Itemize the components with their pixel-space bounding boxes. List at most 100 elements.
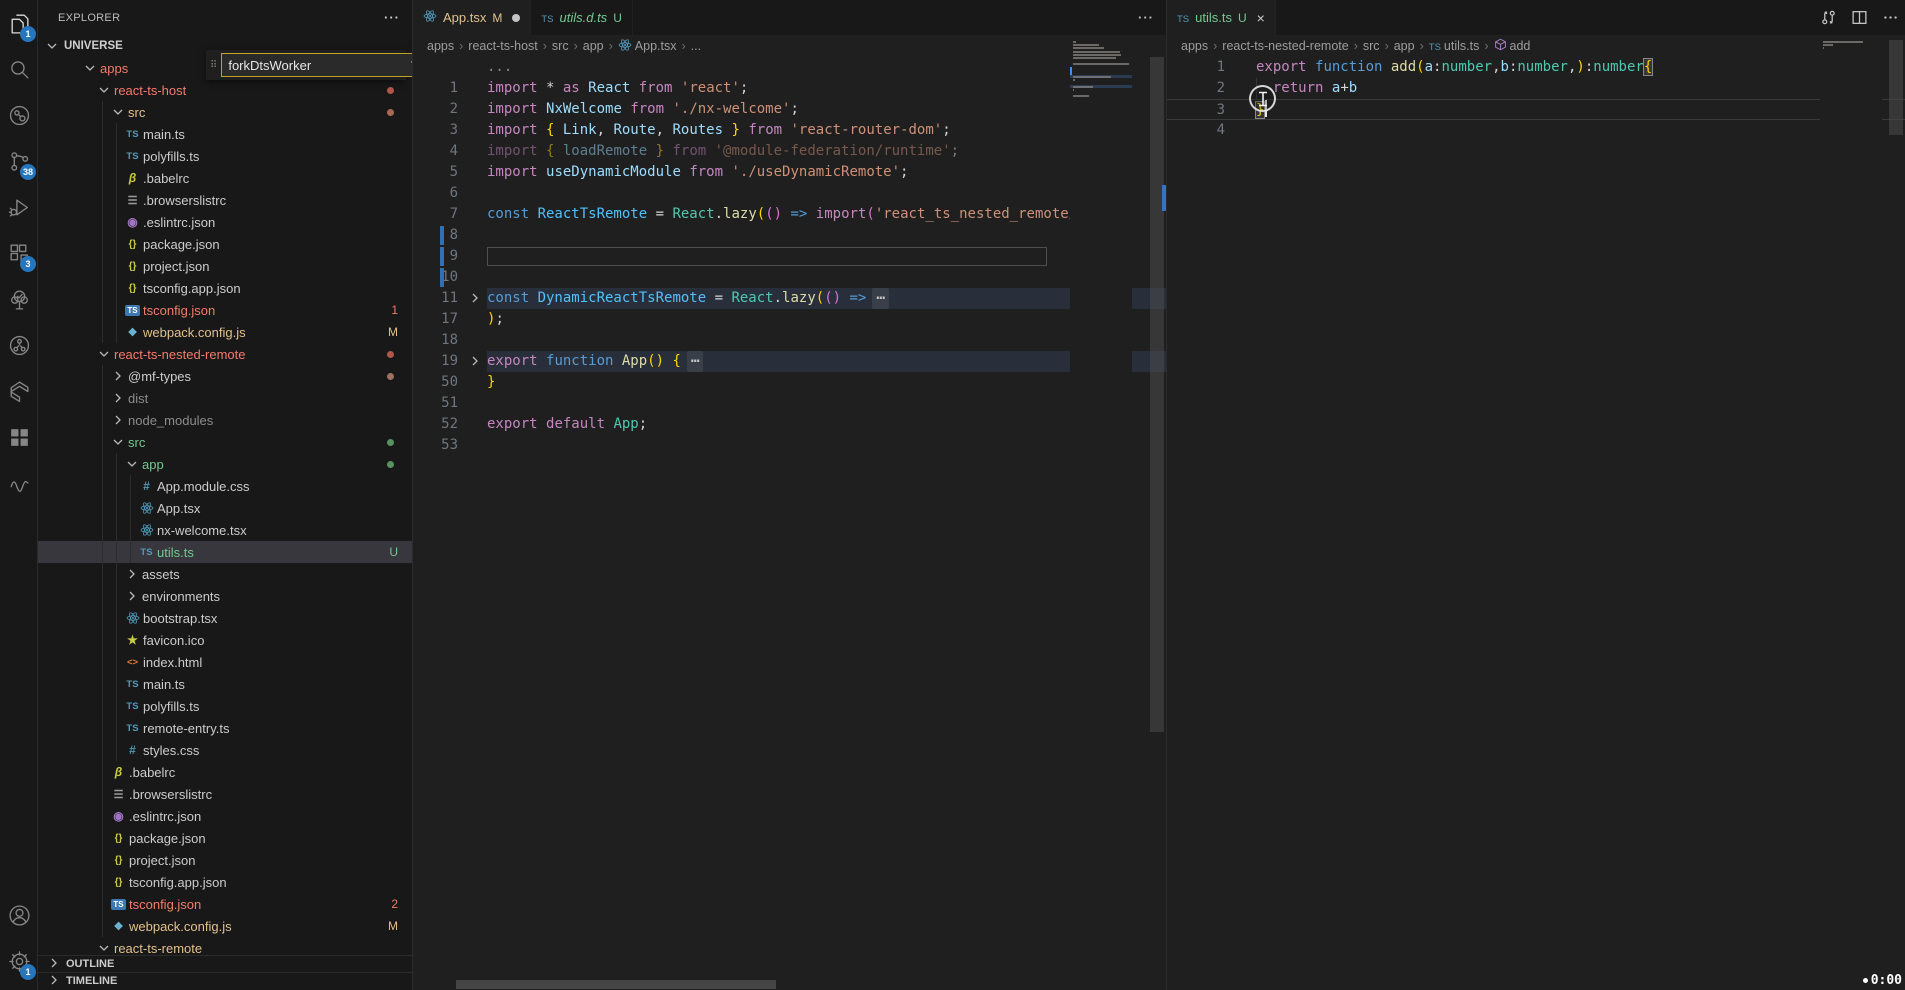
tree-item-label: App.module.css xyxy=(157,479,250,494)
tree-item-index.html[interactable]: <>index.html xyxy=(38,651,412,673)
close-icon[interactable]: × xyxy=(1257,10,1265,26)
badge: 1 xyxy=(20,26,36,42)
tree-item-tsconfig.app.json[interactable]: {}tsconfig.app.json xyxy=(38,871,412,893)
tree-item-.babelrc[interactable]: β.babelrc xyxy=(38,167,412,189)
tree-item-.babelrc[interactable]: β.babelrc xyxy=(38,761,412,783)
tree-item-label: node_modules xyxy=(128,413,213,428)
folded-region-ellipsis[interactable]: ⋯ xyxy=(872,288,888,309)
ts-icon: TS xyxy=(138,544,155,560)
tree-item-main.ts[interactable]: TSmain.ts xyxy=(38,123,412,145)
tree-item-tsconfig.json[interactable]: TStsconfig.json1 xyxy=(38,299,412,321)
tree-item-.browserslistrc[interactable]: ☰.browserslistrc xyxy=(38,783,412,805)
breadcrumb-item-utils.ts[interactable]: TSutils.ts xyxy=(1429,39,1480,53)
sidebar-more-button[interactable]: ··· xyxy=(384,10,400,25)
activity-item-search[interactable] xyxy=(0,46,38,92)
tree-item-src[interactable]: src xyxy=(38,101,412,123)
tab-bar-more-button[interactable]: ··· xyxy=(1126,0,1166,35)
tree-item-favicon.ico[interactable]: ★favicon.ico xyxy=(38,629,412,651)
tree-item-environments[interactable]: environments xyxy=(38,585,412,607)
tree-item-polyfills.ts[interactable]: TSpolyfills.ts xyxy=(38,145,412,167)
tree-item-label: .eslintrc.json xyxy=(143,215,215,230)
activity-item-wave-extension[interactable] xyxy=(0,460,38,506)
tree-item-.eslintrc.json[interactable]: ◉.eslintrc.json xyxy=(38,211,412,233)
breadcrumb-item-src[interactable]: src xyxy=(552,39,569,53)
horizontal-scrollbar[interactable] xyxy=(456,980,776,989)
tree-item-bootstrap.tsx[interactable]: bootstrap.tsx xyxy=(38,607,412,629)
minimap[interactable] xyxy=(1820,35,1882,974)
tree-item-node-modules[interactable]: node_modules xyxy=(38,409,412,431)
breadcrumb-item-add[interactable]: add xyxy=(1494,38,1531,54)
tree-item-app.module.css[interactable]: #App.module.css xyxy=(38,475,412,497)
tree-item-react-ts-nested-remote[interactable]: react-ts-nested-remote xyxy=(38,343,412,365)
tree-item-remote-entry.ts[interactable]: TSremote-entry.ts xyxy=(38,717,412,739)
tree-item-src[interactable]: src xyxy=(38,431,412,453)
activity-item-git-graph[interactable] xyxy=(0,322,38,368)
dirty-dot-icon[interactable] xyxy=(512,14,520,22)
activity-item-accounts[interactable] xyxy=(0,892,38,938)
activity-item-todo-tree[interactable] xyxy=(0,276,38,322)
tree-item-polyfills.ts[interactable]: TSpolyfills.ts xyxy=(38,695,412,717)
activity-item-remote-explorer[interactable] xyxy=(0,92,38,138)
find-input[interactable] xyxy=(228,58,404,73)
tree-item-package.json[interactable]: {}package.json xyxy=(38,233,412,255)
vertical-scrollbar[interactable] xyxy=(1889,40,1903,135)
activity-item-run-debug[interactable] xyxy=(0,184,38,230)
tree-item-react-ts-host[interactable]: react-ts-host xyxy=(38,79,412,101)
activity-item-grid-extension[interactable] xyxy=(0,414,38,460)
breadcrumb-item-app[interactable]: app xyxy=(583,39,604,53)
code-editor[interactable]: ...1import * as React from 'react';2impo… xyxy=(413,57,1166,990)
breadcrumb-item-...[interactable]: ... xyxy=(691,39,701,53)
decoration-dot xyxy=(387,351,394,358)
vertical-scrollbar[interactable] xyxy=(1150,57,1164,732)
tree-item-app.tsx[interactable]: App.tsx xyxy=(38,497,412,519)
tree-item-main.ts[interactable]: TSmain.ts xyxy=(38,673,412,695)
indent-guide xyxy=(102,563,103,585)
tree-item-app[interactable]: app xyxy=(38,453,412,475)
activity-item-nx-console[interactable] xyxy=(0,368,38,414)
tree-item-webpack.config.js[interactable]: ❖webpack.config.jsM xyxy=(38,321,412,343)
outline-section[interactable]: OUTLINE xyxy=(38,955,412,972)
activity-item-explorer[interactable]: 1 xyxy=(0,0,38,46)
timeline-section[interactable]: TIMELINE xyxy=(38,972,412,989)
open-changes-icon[interactable] xyxy=(1820,9,1837,26)
tree-item-tsconfig.app.json[interactable]: {}tsconfig.app.json xyxy=(38,277,412,299)
breadcrumb-item-app.tsx[interactable]: App.tsx xyxy=(618,38,677,55)
tree-item-tsconfig.json[interactable]: TStsconfig.json2 xyxy=(38,893,412,915)
code-editor[interactable]: 1export function add(a:number,b:number,)… xyxy=(1167,57,1905,990)
tree-item-utils.ts[interactable]: TSutils.tsU xyxy=(38,541,412,563)
activity-item-settings[interactable]: 1 xyxy=(0,938,38,984)
tree-item-dist[interactable]: dist xyxy=(38,387,412,409)
filter-icon[interactable] xyxy=(406,55,413,75)
minimap[interactable] xyxy=(1070,35,1132,974)
more-icon[interactable] xyxy=(1882,9,1899,26)
code-line-10: 10 xyxy=(413,267,1166,288)
folded-region-ellipsis[interactable]: ⋯ xyxy=(687,351,703,372)
breadcrumb-item-apps[interactable]: apps xyxy=(1181,39,1208,53)
breadcrumb-item-src[interactable]: src xyxy=(1363,39,1380,53)
tab-utils.ts[interactable]: TSutils.tsU× xyxy=(1167,0,1276,35)
split-editor-icon[interactable] xyxy=(1851,9,1868,26)
git-graph-icon xyxy=(7,333,32,358)
tree-item-project.json[interactable]: {}project.json xyxy=(38,255,412,277)
breadcrumb-item-apps[interactable]: apps xyxy=(427,39,454,53)
tree-item-assets[interactable]: assets xyxy=(38,563,412,585)
tree-item-.browserslistrc[interactable]: ☰.browserslistrc xyxy=(38,189,412,211)
tree-item-.eslintrc.json[interactable]: ◉.eslintrc.json xyxy=(38,805,412,827)
tree-item-nx-welcome.tsx[interactable]: nx-welcome.tsx xyxy=(38,519,412,541)
activity-item-extensions[interactable]: 3 xyxy=(0,230,38,276)
breadcrumb-item-react-ts-nested-remote[interactable]: react-ts-nested-remote xyxy=(1222,39,1348,53)
breadcrumb-item-app[interactable]: app xyxy=(1394,39,1415,53)
drag-grip-icon[interactable]: ⠿ xyxy=(210,60,217,71)
tree-item-package.json[interactable]: {}package.json xyxy=(38,827,412,849)
tree-item-@mf-types[interactable]: @mf-types xyxy=(38,365,412,387)
tab-utils.d.ts[interactable]: TSutils.d.tsU xyxy=(531,0,633,35)
breadcrumb-item-react-ts-host[interactable]: react-ts-host xyxy=(468,39,537,53)
activity-item-source-control[interactable]: 38 xyxy=(0,138,38,184)
tree-item-webpack.config.js[interactable]: ❖webpack.config.jsM xyxy=(38,915,412,937)
overview-ruler-change-mark xyxy=(1162,185,1166,211)
line-number: 11 xyxy=(413,288,458,309)
tree-item-styles.css[interactable]: #styles.css xyxy=(38,739,412,761)
chevron-right-icon xyxy=(110,412,126,428)
tree-item-project.json[interactable]: {}project.json xyxy=(38,849,412,871)
tab-app.tsx[interactable]: App.tsxM xyxy=(413,0,531,35)
